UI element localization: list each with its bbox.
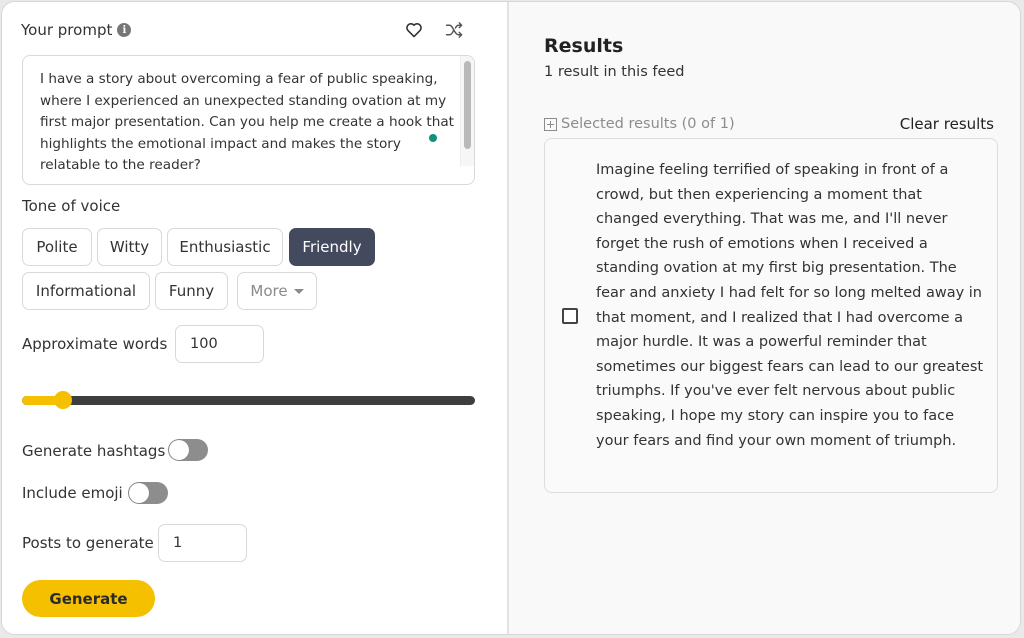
more-label: More [250, 282, 288, 300]
scrollbar-thumb[interactable] [464, 61, 471, 149]
hashtags-toggle[interactable] [168, 439, 208, 461]
status-dot [429, 134, 437, 142]
tone-chip-funny[interactable]: Funny [155, 272, 228, 310]
selected-results-label: Selected results (0 of 1) [561, 116, 735, 132]
result-text: Imagine feeling terrified of speaking in… [596, 162, 984, 449]
generate-button[interactable]: Generate [22, 580, 155, 617]
results-count: 1 result in this feed [544, 64, 685, 80]
result-card: Imagine feeling terrified of speaking in… [544, 138, 998, 493]
tone-chip-polite[interactable]: Polite [22, 228, 92, 266]
info-icon[interactable]: i [117, 23, 132, 37]
tone-label: Tone of voice [22, 197, 121, 215]
caret-down-icon [293, 288, 304, 294]
selected-results-toggle[interactable]: Selected results (0 of 1) [544, 116, 735, 132]
tone-chip-enthusiastic[interactable]: Enthusiastic [167, 228, 283, 266]
result-checkbox[interactable] [562, 308, 578, 324]
tone-chip-informational[interactable]: Informational [22, 272, 150, 310]
tone-chip-friendly[interactable]: Friendly [289, 228, 375, 266]
slider-thumb[interactable] [53, 391, 72, 409]
posts-input[interactable]: 1 [158, 524, 247, 562]
textarea-scrollbar[interactable] [460, 56, 474, 166]
results-title: Results [544, 35, 624, 57]
heart-icon[interactable] [405, 22, 423, 38]
words-label: Approximate words [22, 335, 168, 353]
words-slider[interactable] [22, 391, 475, 409]
prompt-text[interactable]: I have a story about overcoming a fear o… [40, 69, 455, 177]
prompt-label-text: Your prompt [21, 21, 113, 39]
results-panel: Results 1 result in this feed Selected r… [509, 2, 1020, 634]
words-input[interactable]: 100 [175, 325, 264, 363]
emoji-label: Include emoji [22, 484, 123, 502]
prompt-textarea[interactable]: I have a story about overcoming a fear o… [22, 55, 475, 185]
emoji-toggle[interactable] [128, 482, 168, 504]
clear-results-button[interactable]: Clear results [900, 115, 994, 133]
tone-chip-witty[interactable]: Witty [97, 228, 162, 266]
posts-label: Posts to generate [22, 534, 154, 552]
hashtags-label: Generate hashtags [22, 442, 166, 460]
prompt-actions [405, 22, 464, 38]
expand-plus-icon [544, 117, 557, 131]
slider-track[interactable] [22, 396, 475, 405]
shuffle-icon[interactable] [445, 22, 464, 38]
settings-panel: Your prompt i I have a story about overc… [2, 2, 509, 634]
prompt-label: Your prompt i [21, 21, 132, 39]
app-window: Your prompt i I have a story about overc… [1, 1, 1021, 635]
tone-more-dropdown[interactable]: More [237, 272, 317, 310]
